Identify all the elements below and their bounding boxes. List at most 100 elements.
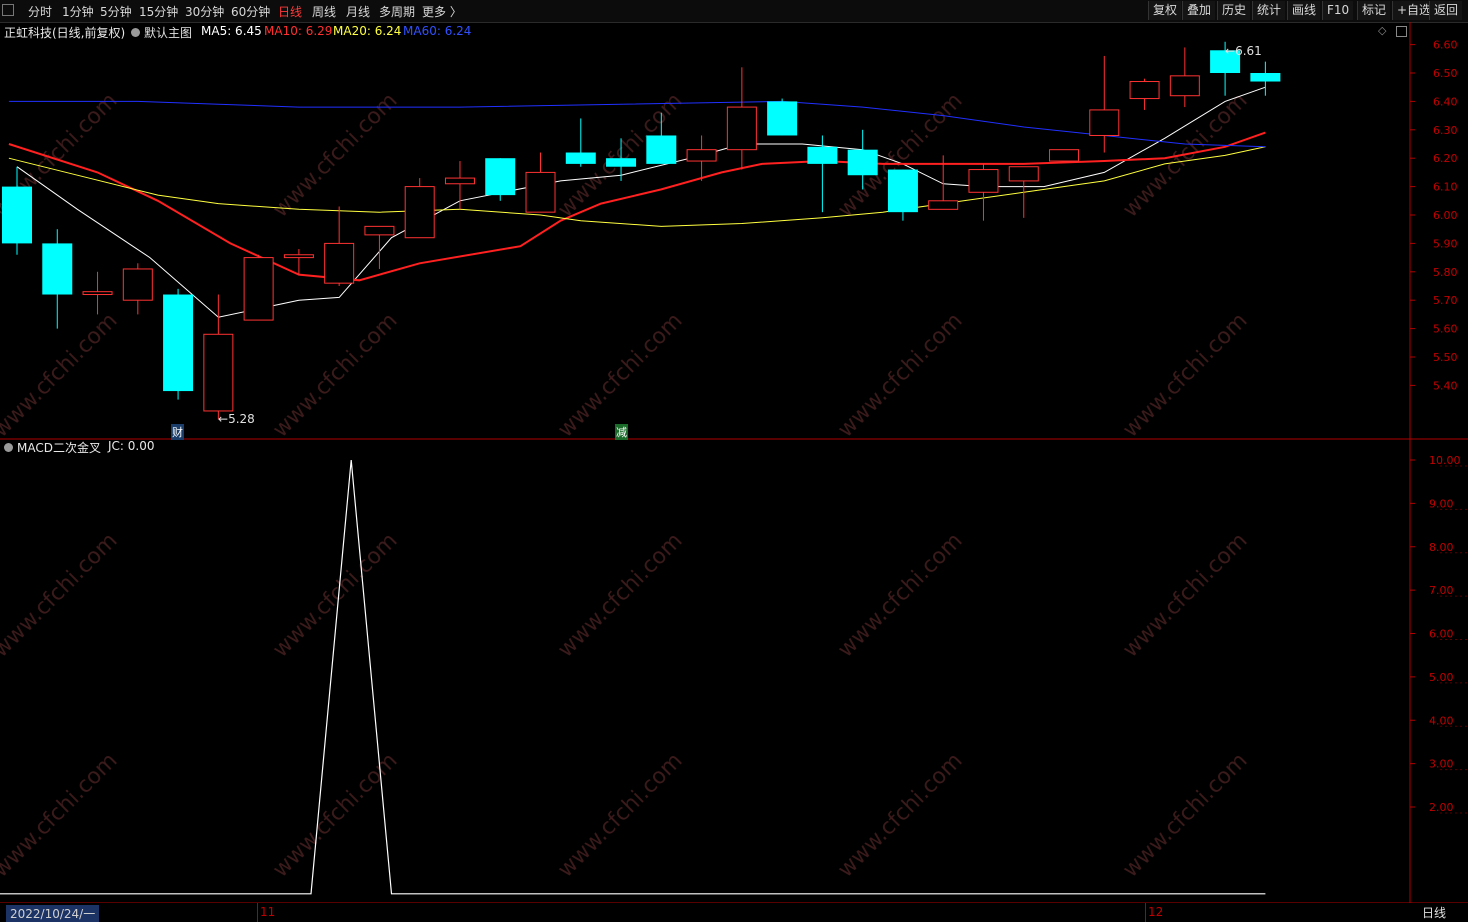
indicator-tick-label: 8.00 — [1429, 541, 1454, 554]
candle — [122, 263, 153, 315]
candle — [968, 163, 999, 221]
candle-body-down — [1250, 73, 1281, 82]
time-axis: 2022/10/24/一 11 12 日线 — [0, 903, 1468, 922]
price-tick-label: 5.40 — [1433, 379, 1458, 392]
indicator-tick-label: 5.00 — [1429, 671, 1454, 684]
watermark-text: www.cfchi.com — [833, 308, 967, 442]
date-cursor-label: 2022/10/24/一 — [6, 905, 100, 922]
price-tick-label: 5.60 — [1433, 323, 1458, 336]
candle-body-up — [1008, 166, 1039, 182]
period-indicator[interactable]: 日线 — [1422, 904, 1446, 921]
candle-body-down — [646, 135, 677, 164]
ma20-legend: MA20: 6.24 — [333, 24, 402, 38]
sub-indicator-selector[interactable]: MACD二次金叉 — [4, 439, 101, 456]
candle — [887, 169, 918, 221]
indicator-layer — [0, 459, 1266, 895]
chart-frame — [0, 22, 1468, 904]
watermark-layer: www.cfchi.com www.cfchi.com www.cfchi.com w… — [0, 88, 1253, 882]
candle-body-down — [2, 186, 32, 244]
candle-body-up — [1049, 149, 1080, 162]
watermark-text: www.cfchi.com — [268, 88, 402, 222]
candle — [807, 135, 838, 213]
jc-value: JC: 0.00 — [108, 439, 155, 453]
candle — [565, 118, 596, 167]
price-tick-label: 6.50 — [1433, 67, 1458, 80]
candle — [767, 98, 798, 136]
candle-body-down — [163, 294, 194, 392]
indicator-tick-label: 3.00 — [1429, 758, 1454, 771]
watermark-text: www.cfchi.com — [268, 528, 402, 662]
watermark-text: www.cfchi.com — [1118, 528, 1252, 662]
watermark-text: www.cfchi.com — [833, 528, 967, 662]
low-price-label: 5.28 — [228, 412, 255, 426]
price-tick-label: 6.20 — [1433, 152, 1458, 165]
stock-title: 正虹科技(日线,前复权) — [4, 26, 126, 40]
candle-body-up — [203, 333, 234, 412]
price-tick-label: 5.90 — [1433, 237, 1458, 250]
template-circle-icon — [131, 28, 140, 37]
indicator-axis: 2.00 3.00 4.00 5.00 6.00 7.00 8.00 9.00 10.00 — [1410, 454, 1468, 814]
price-tick-label: 6.60 — [1433, 39, 1458, 52]
candle-body-down — [807, 146, 838, 164]
watermark-text: www.cfchi.com — [1118, 308, 1252, 442]
price-tick-label: 6.40 — [1433, 95, 1458, 108]
main-template-selector[interactable]: 默认主图 — [131, 24, 192, 41]
candle — [1169, 47, 1200, 108]
price-tick-label: 5.80 — [1433, 266, 1458, 279]
month-12-label: 12 — [1148, 905, 1164, 919]
candle-body-up — [122, 268, 153, 301]
candle — [1089, 55, 1120, 153]
watermark-text: www.cfchi.com — [553, 748, 687, 882]
candle-body-down — [767, 101, 798, 136]
candle — [404, 178, 435, 239]
jc-line — [0, 459, 1266, 895]
watermark-text: www.cfchi.com — [0, 748, 123, 882]
ma60-legend: MA60: 6.24 — [403, 24, 472, 38]
candle — [243, 254, 274, 321]
candle-body-up — [1089, 109, 1120, 136]
candle — [485, 158, 516, 201]
panel-toggle-icon[interactable] — [1396, 26, 1407, 37]
indicator-tick-label: 6.00 — [1429, 628, 1454, 641]
stock-chart[interactable]: www.cfchi.com www.cfchi.com www.cfchi.com w… — [0, 0, 1468, 922]
price-tick-label: 6.10 — [1433, 181, 1458, 194]
candle-body-up — [364, 225, 395, 236]
watermark-text: www.cfchi.com — [268, 748, 402, 882]
candle — [1008, 166, 1039, 218]
candle — [42, 229, 73, 329]
high-price-label: 6.61 — [1235, 44, 1262, 58]
watermark-text: www.cfchi.com — [0, 528, 123, 662]
high-price-marker: ←6.61 — [1225, 44, 1262, 58]
candle-body-up — [404, 186, 435, 239]
watermark-text: www.cfchi.com — [0, 308, 123, 442]
candle-body-up — [1169, 75, 1200, 97]
indicator-name: MACD二次金叉 — [17, 441, 101, 455]
candle-body-down — [565, 152, 596, 164]
candle-body-down — [606, 158, 637, 167]
candle-body-up — [243, 257, 274, 321]
indicator-tick-label: 7.00 — [1429, 584, 1454, 597]
candle-body-up — [82, 291, 113, 296]
candle-body-up — [324, 242, 355, 284]
candle-body-up — [686, 149, 717, 162]
diamond-icon[interactable]: ◇ — [1378, 24, 1386, 37]
candle-body-down — [42, 243, 73, 295]
candle — [82, 271, 113, 315]
candle-body-down — [485, 158, 516, 196]
indicator-circle-icon — [4, 443, 13, 452]
candle — [1129, 78, 1160, 110]
candle — [1049, 149, 1080, 162]
watermark-text: www.cfchi.com — [553, 308, 687, 442]
price-tick-label: 5.70 — [1433, 294, 1458, 307]
finance-tag[interactable]: 财 — [171, 424, 184, 440]
watermark-text: www.cfchi.com — [833, 748, 967, 882]
candle — [444, 161, 475, 210]
candle — [163, 288, 194, 400]
price-tick-label: 5.50 — [1433, 351, 1458, 364]
ma5-legend: MA5: 6.45 — [201, 24, 262, 38]
watermark-text: www.cfchi.com — [1118, 748, 1252, 882]
reduce-tag[interactable]: 减 — [615, 424, 628, 440]
low-price-marker: ←5.28 — [218, 412, 255, 426]
candle-body-up — [928, 200, 959, 210]
candle-body-down — [847, 149, 878, 176]
